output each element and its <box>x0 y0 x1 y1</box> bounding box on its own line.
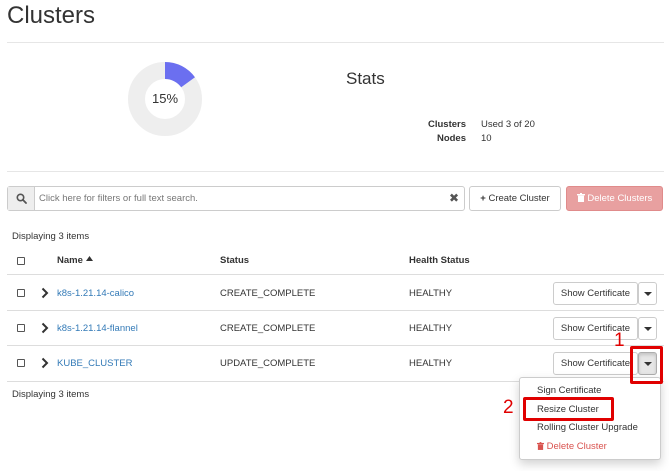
stat-label-clusters: Clusters <box>427 119 466 130</box>
row-divider <box>7 310 664 311</box>
cluster-name-link[interactable]: KUBE_CLUSTER <box>57 358 133 369</box>
row-checkbox[interactable] <box>17 289 25 297</box>
cluster-status: CREATE_COMPLETE <box>220 288 316 299</box>
stats-title: Stats <box>346 69 385 88</box>
create-cluster-button[interactable]: + Create Cluster <box>469 186 561 211</box>
row-checkbox[interactable] <box>17 359 25 367</box>
menu-item-rolling-cluster-upgrade[interactable]: Rolling Cluster Upgrade <box>520 419 660 437</box>
caret-down-icon <box>644 327 652 331</box>
highlight-box-step-1 <box>630 346 663 384</box>
column-header-name-label: Name <box>57 255 83 266</box>
cluster-health: HEALTHY <box>409 288 453 299</box>
page-title: Clusters <box>7 2 96 29</box>
quota-percent-label: 15% <box>151 91 179 106</box>
item-count-top: Displaying 3 items <box>12 231 90 242</box>
cluster-health: HEALTHY <box>409 323 453 334</box>
cluster-name-link[interactable]: k8s-1.21.14-flannel <box>57 323 138 334</box>
highlight-box-step-2 <box>523 397 614 421</box>
search-icon <box>16 193 27 204</box>
item-count-bottom: Displaying 3 items <box>12 389 90 400</box>
select-all-checkbox[interactable] <box>17 257 25 265</box>
menu-item-delete-cluster-label: Delete Cluster <box>546 441 607 452</box>
menu-item-delete-cluster[interactable]: Delete Cluster <box>520 438 660 456</box>
chevron-right-icon[interactable] <box>40 357 50 369</box>
trash-icon <box>537 442 544 450</box>
stat-label-nodes: Nodes <box>436 133 466 144</box>
row-checkbox[interactable] <box>17 324 25 332</box>
row-actions-dropdown-toggle[interactable] <box>638 317 657 340</box>
search-addon <box>8 187 35 210</box>
stat-value-nodes: 10 <box>481 133 492 144</box>
row-actions-dropdown-toggle[interactable] <box>638 282 657 305</box>
step-number-2: 2 <box>503 397 514 418</box>
sort-ascending-icon <box>85 256 93 261</box>
table-header-divider <box>7 274 664 275</box>
divider <box>7 171 664 172</box>
caret-down-icon <box>644 292 652 296</box>
cluster-name-link[interactable]: k8s-1.21.14-calico <box>57 288 134 299</box>
create-cluster-label: Create Cluster <box>488 193 550 204</box>
column-header-health[interactable]: Health Status <box>409 255 470 266</box>
chevron-right-icon[interactable] <box>40 287 50 299</box>
cluster-status: UPDATE_COMPLETE <box>220 358 316 369</box>
column-header-name[interactable]: Name <box>57 255 93 266</box>
cluster-health: HEALTHY <box>409 358 453 369</box>
cluster-status: CREATE_COMPLETE <box>220 323 316 334</box>
search-input[interactable] <box>36 187 436 210</box>
delete-clusters-label: Delete Clusters <box>587 193 653 204</box>
chevron-right-icon[interactable] <box>40 322 50 334</box>
clear-search-icon[interactable]: ✖ <box>449 191 459 205</box>
step-number-1: 1 <box>614 330 625 351</box>
row-divider <box>7 345 664 346</box>
trash-icon <box>576 193 585 202</box>
column-header-status[interactable]: Status <box>220 255 249 266</box>
show-certificate-button[interactable]: Show Certificate <box>553 317 638 340</box>
search-bar: ✖ <box>7 186 465 211</box>
delete-clusters-button[interactable]: Delete Clusters <box>566 186 663 211</box>
show-certificate-button[interactable]: Show Certificate <box>553 352 638 375</box>
plus-icon: + <box>480 193 486 204</box>
stat-value-clusters: Used 3 of 20 <box>481 119 535 130</box>
show-certificate-button[interactable]: Show Certificate <box>553 282 638 305</box>
divider <box>7 42 664 43</box>
